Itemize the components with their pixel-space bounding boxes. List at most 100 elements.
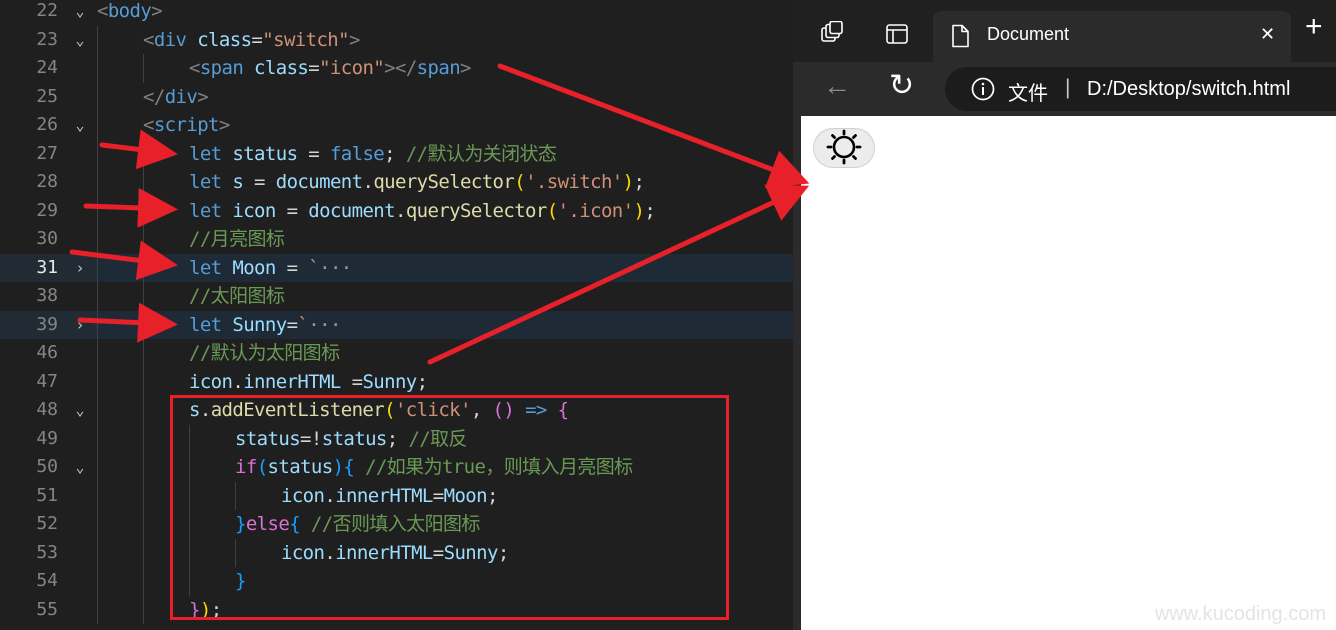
code-text[interactable]: <div class="switch"> xyxy=(143,26,360,55)
fold-collapse-icon[interactable]: ⌄ xyxy=(70,26,90,55)
code-token: document xyxy=(308,199,395,222)
indent-guide xyxy=(143,253,144,282)
code-token: div xyxy=(153,28,187,51)
code-token: < xyxy=(143,114,154,136)
indent-guide xyxy=(97,139,98,168)
indent-guide xyxy=(97,225,98,254)
new-tab-button[interactable]: + xyxy=(1305,12,1323,42)
indent-guide xyxy=(143,282,144,311)
code-token: script xyxy=(153,114,220,136)
indent-guide xyxy=(143,339,144,368)
line-number: 52 xyxy=(36,513,58,534)
indent-guide xyxy=(143,139,144,168)
line-number: 24 xyxy=(36,57,58,78)
code-line[interactable]: 28 let s = document.querySelector('.switc… xyxy=(0,168,793,197)
code-line[interactable]: 22 ⌄ <body> xyxy=(0,0,793,26)
code-text[interactable]: <script> xyxy=(143,111,230,140)
code-text[interactable]: icon.innerHTML =Sunny; xyxy=(189,368,428,397)
code-line[interactable]: 29 let icon = document.querySelector('.ic… xyxy=(0,196,793,226)
fold-expand-icon[interactable]: › xyxy=(70,254,90,283)
indent-guide xyxy=(143,225,144,254)
close-tab-icon[interactable]: ✕ xyxy=(1260,24,1275,45)
code-token: ) xyxy=(633,199,645,222)
fold-collapse-icon xyxy=(70,539,90,568)
line-number: 54 xyxy=(36,570,58,591)
code-text[interactable]: //默认为太阳图标 xyxy=(189,339,340,368)
code-text[interactable]: let s = document.querySelector('.switch'… xyxy=(189,168,645,197)
browser-toolbar: ← ↻ 文件 | D:/Desktop/switch.html xyxy=(793,62,1336,116)
indent-guide xyxy=(97,196,98,225)
line-number: 55 xyxy=(36,598,58,620)
fold-expand-icon[interactable]: › xyxy=(70,311,90,340)
code-text[interactable]: let status = false; //默认为关闭状态 xyxy=(189,140,557,169)
fold-collapse-icon[interactable]: ⌄ xyxy=(70,111,90,140)
fold-collapse-icon xyxy=(70,168,90,197)
code-text[interactable]: let Moon = `··· xyxy=(189,254,352,283)
workspaces-icon[interactable] xyxy=(820,20,844,45)
url-text[interactable]: D:/Desktop/switch.html xyxy=(1087,78,1290,101)
code-token: = xyxy=(308,57,320,79)
code-line[interactable]: 47 icon.innerHTML =Sunny; xyxy=(0,367,793,397)
fold-collapse-icon[interactable]: ⌄ xyxy=(70,0,90,26)
page-content: www.kucoding.com xyxy=(801,116,1336,630)
code-line[interactable]: 23 ⌄ <div class="switch"> xyxy=(0,25,793,55)
code-token: ··· xyxy=(308,313,341,336)
code-token: < xyxy=(189,57,200,79)
code-text[interactable]: //太阳图标 xyxy=(189,282,285,311)
code-line[interactable]: 24 <span class="icon"></span> xyxy=(0,54,793,83)
code-line[interactable]: 46 //默认为太阳图标 xyxy=(0,339,793,368)
code-token: > xyxy=(218,114,230,136)
code-text[interactable]: let icon = document.querySelector('.icon… xyxy=(189,197,656,226)
code-token: document xyxy=(275,171,363,193)
fold-collapse-icon xyxy=(70,225,90,254)
tab-document[interactable]: Document ✕ xyxy=(933,11,1291,62)
indent-guide xyxy=(143,510,144,539)
code-line[interactable]: 31 › let Moon = `··· xyxy=(0,253,793,283)
code-text[interactable]: <span class="icon"></span> xyxy=(189,54,471,83)
code-token: > xyxy=(460,57,471,79)
code-line[interactable]: 26 ⌄ <script> xyxy=(0,111,793,140)
code-token: ··· xyxy=(319,256,352,279)
code-token: ) xyxy=(622,171,634,193)
code-text[interactable]: //月亮图标 xyxy=(189,225,285,254)
code-line[interactable]: 30 //月亮图标 xyxy=(0,225,793,254)
code-line[interactable]: 39 › let Sunny=`··· xyxy=(0,310,793,340)
fold-collapse-icon[interactable]: ⌄ xyxy=(70,453,90,482)
fold-collapse-icon xyxy=(70,368,90,397)
back-button[interactable]: ← xyxy=(823,70,851,102)
indent-guide xyxy=(97,253,98,282)
code-token: body xyxy=(107,0,152,22)
code-token: icon xyxy=(232,199,276,222)
code-token: icon xyxy=(189,370,233,393)
indent-guide xyxy=(97,54,98,83)
line-number: 48 xyxy=(36,399,58,420)
code-text[interactable]: </div> xyxy=(143,83,209,112)
line-number: 29 xyxy=(36,199,58,221)
code-token: let xyxy=(189,313,222,336)
fold-collapse-icon xyxy=(70,339,90,368)
reload-button[interactable]: ↻ xyxy=(889,68,914,103)
code-line[interactable]: 25 </div> xyxy=(0,82,793,112)
code-token: ; xyxy=(633,171,645,193)
code-token: = xyxy=(340,370,363,393)
site-info-icon[interactable] xyxy=(971,77,995,101)
line-number: 28 xyxy=(36,171,58,192)
fold-collapse-icon[interactable]: ⌄ xyxy=(70,396,90,425)
tab-actions-icon[interactable] xyxy=(885,22,909,46)
indent-guide xyxy=(97,111,98,140)
code-text[interactable]: let Sunny=`··· xyxy=(189,311,341,340)
tab-strip: Document ✕ + xyxy=(793,0,1336,62)
indent-guide xyxy=(143,595,144,624)
theme-switch[interactable] xyxy=(813,128,875,168)
browser-window: Document ✕ + ← ↻ 文件 | D:/Desktop/switch.… xyxy=(793,0,1336,630)
address-bar[interactable]: 文件 | D:/Desktop/switch.html xyxy=(945,67,1336,111)
code-token: let xyxy=(189,256,222,279)
indent-guide xyxy=(143,168,144,197)
code-text[interactable]: <body> xyxy=(97,0,163,26)
code-line[interactable]: 27 let status = false; //默认为关闭状态 xyxy=(0,139,793,169)
code-line[interactable]: 38 //太阳图标 xyxy=(0,282,793,311)
indent-guide xyxy=(143,567,144,596)
code-token: < xyxy=(143,28,154,51)
